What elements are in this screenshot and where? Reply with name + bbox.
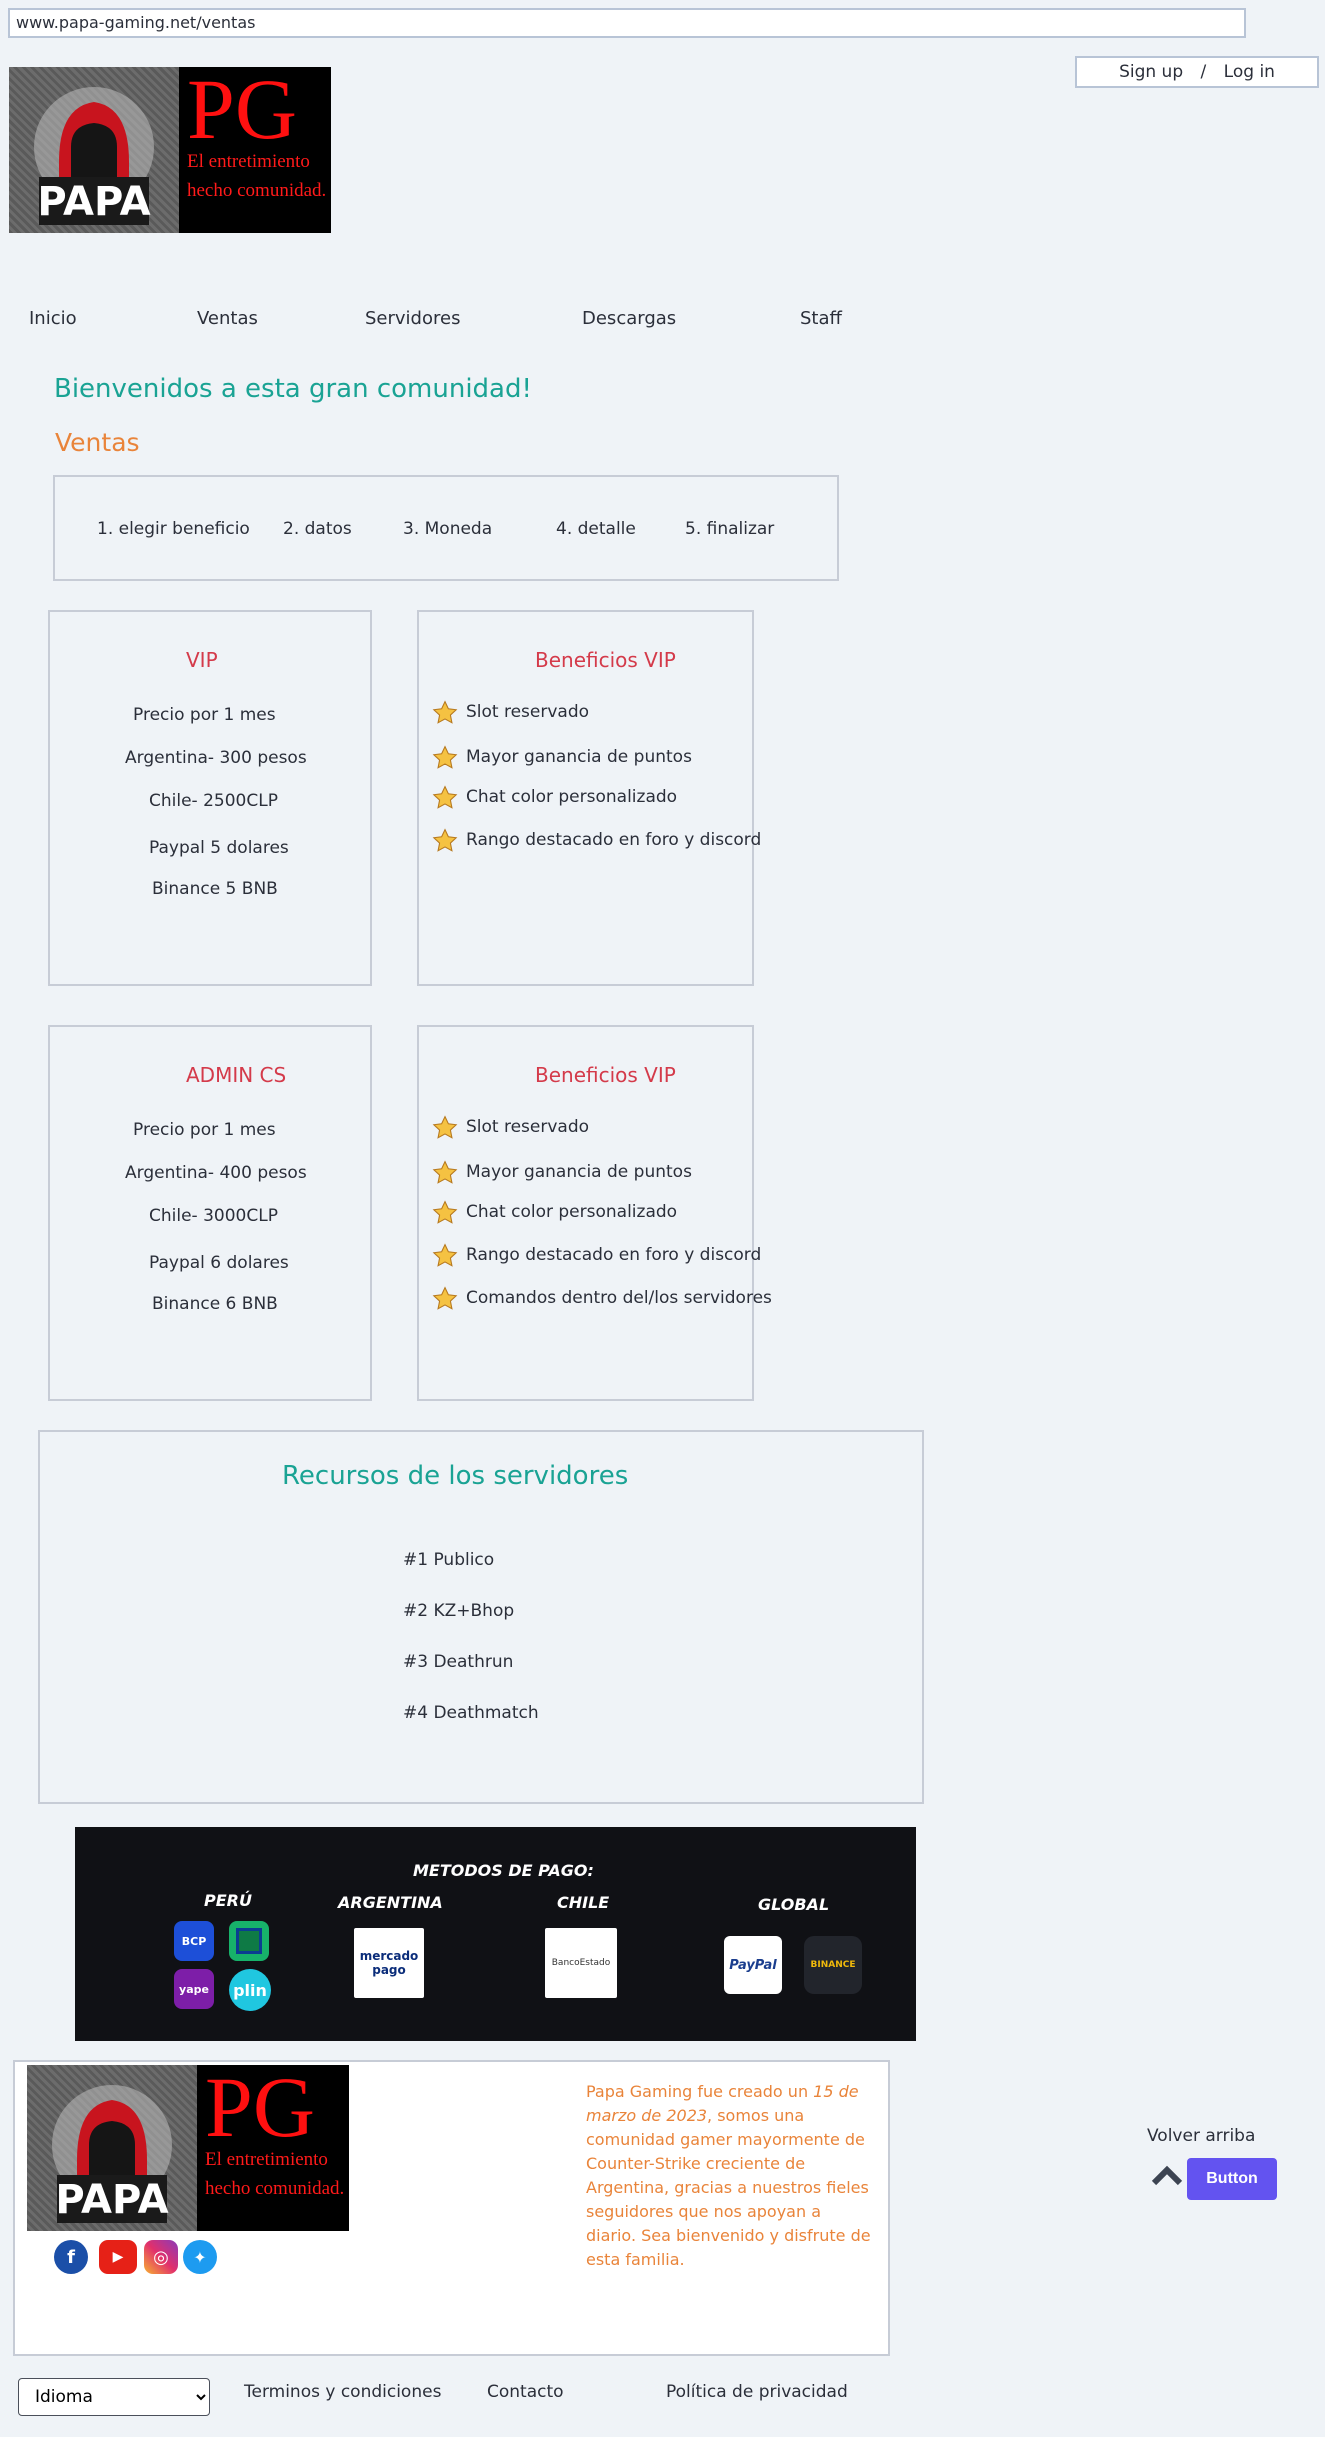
plin-logo: plin [229,1969,271,2011]
nav-servidores[interactable]: Servidores [365,308,460,329]
logo-avatar-image: PAPA [27,2065,197,2231]
language-select[interactable]: Idioma [18,2378,210,2416]
price-line: Argentina- 400 pesos [125,1163,307,1183]
logo-tagline: El entretimiento hecho comunidad. [205,2149,345,2199]
benefit-item: Slot reservado [466,702,590,722]
benefit-item: Comandos dentro del/los servidores [466,1288,772,1308]
instagram-icon[interactable]: ◎ [144,2240,178,2274]
price-line: Binance 5 BNB [152,879,278,899]
step-3[interactable]: 3. Moneda [403,519,492,539]
page-title: Ventas [55,428,140,457]
price-line: Precio por 1 mes [133,1120,276,1140]
star-icon [432,700,458,730]
benefits-title: Beneficios VIP [535,648,676,672]
nav-staff[interactable]: Staff [800,308,842,329]
benefit-item: Chat color personalizado [466,1202,678,1222]
star-icon [432,785,458,815]
chevron-up-icon[interactable] [1151,2164,1183,2190]
star-icon [432,1115,458,1145]
step-1[interactable]: 1. elegir beneficio [97,519,250,539]
server-item[interactable]: #4 Deathmatch [403,1703,539,1723]
login-link[interactable]: Log in [1224,62,1275,82]
payment-title: METODOS DE PAGO: [413,1861,594,1880]
signup-link[interactable]: Sign up [1119,62,1183,82]
nav-inicio[interactable]: Inicio [29,308,77,329]
welcome-heading: Bienvenidos a esta gran comunidad! [54,374,532,404]
facebook-icon[interactable]: f [54,2240,88,2274]
price-line: Chile- 3000CLP [149,1206,278,1226]
star-icon [432,745,458,775]
resources-title: Recursos de los servidores [282,1461,629,1491]
auth-box: Sign up / Log in [1075,56,1319,88]
price-line: Precio por 1 mes [133,705,276,725]
benefit-item: Mayor ganancia de puntos [466,1162,692,1182]
benefit-item: Rango destacado en foro y discord [466,830,762,850]
terms-link[interactable]: Terminos y condiciones [244,2382,441,2402]
url-bar[interactable]: www.papa-gaming.net/ventas [8,8,1246,38]
region-label: CHILE [557,1893,610,1912]
logo-initials: PG [187,67,297,157]
star-icon [432,1243,458,1273]
price-line: Chile- 2500CLP [149,791,278,811]
star-icon [432,1200,458,1230]
benefit-item: Rango destacado en foro y discord [466,1245,762,1265]
logo-initials: PG [205,2065,315,2155]
mercadopago-logo: mercado pago [354,1928,424,1998]
price-line: Argentina- 300 pesos [125,748,307,768]
logo-tagline: El entretimiento hecho comunidad. [187,151,327,201]
youtube-icon[interactable]: ▶ [99,2240,137,2274]
auth-separator: / [1200,62,1207,82]
svg-text:PAPA: PAPA [37,179,150,225]
benefit-item: Mayor ganancia de puntos [466,747,692,767]
benefits-title: Beneficios VIP [535,1063,676,1087]
svg-text:PAPA: PAPA [55,2177,168,2223]
nav-ventas[interactable]: Ventas [197,308,258,329]
region-label: ARGENTINA [338,1893,443,1912]
step-4[interactable]: 4. detalle [556,519,636,539]
region-label: GLOBAL [758,1895,830,1914]
price-line: Paypal 6 dolares [149,1253,289,1273]
paypal-logo: PayPal [724,1936,782,1994]
plan-title: ADMIN CS [186,1063,287,1087]
star-icon [432,1160,458,1190]
server-item[interactable]: #3 Deathrun [403,1652,513,1672]
star-icon [432,828,458,858]
bancoestado-logo: BancoEstado [545,1928,617,1998]
step-2[interactable]: 2. datos [283,519,352,539]
region-label: PERÚ [204,1891,252,1910]
site-logo[interactable]: PAPA PG El entretimiento hecho comunidad. [9,67,331,233]
star-icon [432,1286,458,1316]
benefit-item: Chat color personalizado [466,787,678,807]
yape-logo: yape [174,1969,214,2009]
bcp-logo: BCP [174,1921,214,1961]
twitter-icon[interactable]: ✦ [183,2240,217,2274]
logo-avatar-image: PAPA [9,67,179,233]
benefit-item: Slot reservado [466,1117,590,1137]
price-line: Binance 6 BNB [152,1294,278,1314]
price-line: Paypal 5 dolares [149,838,289,858]
contact-link[interactable]: Contacto [487,2382,564,2402]
privacy-link[interactable]: Política de privacidad [666,2382,848,2402]
payment-methods-banner: METODOS DE PAGO: PERÚ ARGENTINA CHILE GL… [75,1827,916,2041]
step-5[interactable]: 5. finalizar [685,519,774,539]
plan-title: VIP [186,648,218,672]
back-to-top-button[interactable]: Button [1187,2158,1277,2200]
bbva-logo-icon [229,1921,269,1961]
about-text: Papa Gaming fue creado un 15 de marzo de… [586,2082,871,2269]
server-item[interactable]: #2 KZ+Bhop [403,1601,514,1621]
footer-logo[interactable]: PAPA PG El entretimiento hecho comunidad. [27,2065,349,2231]
server-item[interactable]: #1 Publico [403,1550,494,1570]
back-to-top-label: Volver arriba [1147,2126,1256,2146]
nav-descargas[interactable]: Descargas [582,308,676,329]
binance-logo: BINANCE [804,1936,862,1994]
